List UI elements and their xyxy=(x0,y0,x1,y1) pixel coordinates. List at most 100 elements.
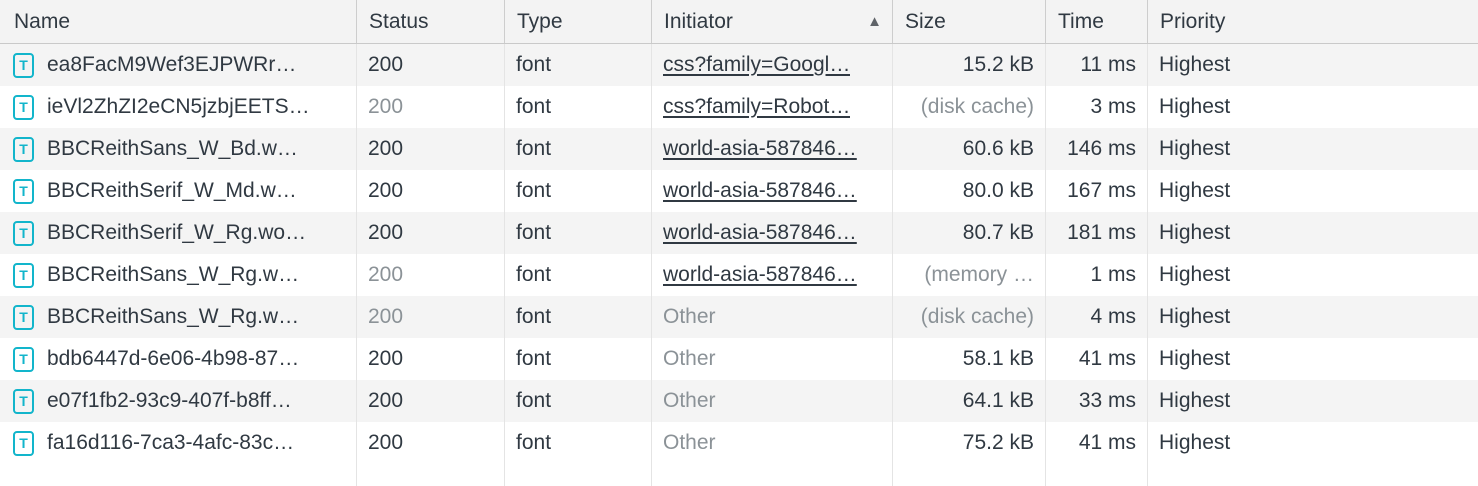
size-cell: 60.6 kB xyxy=(893,128,1046,170)
time-cell: 11 ms xyxy=(1046,44,1148,86)
time-cell: 1 ms xyxy=(1046,254,1148,296)
initiator-link[interactable]: css?family=Robot… xyxy=(663,95,850,119)
status-code: 200 xyxy=(368,137,403,161)
name-cell[interactable]: T fa16d116-7ca3-4afc-83c… xyxy=(0,422,357,464)
priority-value: Highest xyxy=(1159,389,1230,413)
size-cell: 80.0 kB xyxy=(893,170,1046,212)
request-type: font xyxy=(516,95,551,119)
size-cell: 15.2 kB xyxy=(893,44,1046,86)
type-cell: font xyxy=(505,170,652,212)
initiator-cell: world-asia-587846… xyxy=(652,170,893,212)
name-cell[interactable]: T ieVl2ZhZI2eCN5jzbjEETS… xyxy=(0,86,357,128)
column-header-time[interactable]: Time xyxy=(1046,0,1148,43)
column-header-name[interactable]: Name xyxy=(0,0,357,43)
initiator-text: Other xyxy=(663,389,716,413)
status-code: 200 xyxy=(368,389,403,413)
name-cell[interactable]: T BBCReithSerif_W_Md.w… xyxy=(0,170,357,212)
sort-ascending-icon: ▲ xyxy=(867,14,882,29)
time-cell: 41 ms xyxy=(1046,422,1148,464)
type-cell: font xyxy=(505,44,652,86)
size-value: 60.6 kB xyxy=(963,137,1034,161)
name-cell[interactable]: T e07f1fb2-93c9-407f-b8ff… xyxy=(0,380,357,422)
type-cell: font xyxy=(505,254,652,296)
type-cell: font xyxy=(505,296,652,338)
time-value: 167 ms xyxy=(1067,179,1136,203)
initiator-link[interactable]: world-asia-587846… xyxy=(663,221,857,245)
status-cell: 200 xyxy=(357,296,505,338)
name-cell[interactable]: T BBCReithSans_W_Rg.w… xyxy=(0,296,357,338)
priority-value: Highest xyxy=(1159,263,1230,287)
table-row[interactable]: T BBCReithSans_W_Rg.w… 200 font Other (d… xyxy=(0,296,1478,338)
table-row[interactable]: T ieVl2ZhZI2eCN5jzbjEETS… 200 font css?f… xyxy=(0,86,1478,128)
column-header-status-label: Status xyxy=(369,10,429,34)
font-file-icon: T xyxy=(13,53,34,78)
table-row[interactable]: T bdb6447d-6e06-4b98-87… 200 font Other … xyxy=(0,338,1478,380)
initiator-link[interactable]: world-asia-587846… xyxy=(663,179,857,203)
size-value: 58.1 kB xyxy=(963,347,1034,371)
name-cell[interactable]: T bdb6447d-6e06-4b98-87… xyxy=(0,338,357,380)
request-type: font xyxy=(516,347,551,371)
type-cell: font xyxy=(505,86,652,128)
size-value: 64.1 kB xyxy=(963,389,1034,413)
type-cell: font xyxy=(505,338,652,380)
status-cell: 200 xyxy=(357,212,505,254)
column-header-initiator[interactable]: Initiator ▲ xyxy=(652,0,893,43)
time-cell: 146 ms xyxy=(1046,128,1148,170)
column-header-time-label: Time xyxy=(1058,10,1104,34)
table-row[interactable]: T e07f1fb2-93c9-407f-b8ff… 200 font Othe… xyxy=(0,380,1478,422)
priority-value: Highest xyxy=(1159,305,1230,329)
initiator-cell: css?family=Googl… xyxy=(652,44,893,86)
table-row[interactable]: T BBCReithSerif_W_Md.w… 200 font world-a… xyxy=(0,170,1478,212)
column-header-size-label: Size xyxy=(905,10,946,34)
size-value: 75.2 kB xyxy=(963,431,1034,455)
status-code: 200 xyxy=(368,53,403,77)
initiator-cell: css?family=Robot… xyxy=(652,86,893,128)
time-value: 1 ms xyxy=(1090,263,1136,287)
column-header-initiator-label: Initiator xyxy=(664,10,733,34)
initiator-link[interactable]: world-asia-587846… xyxy=(663,263,857,287)
name-cell[interactable]: T BBCReithSans_W_Rg.w… xyxy=(0,254,357,296)
column-header-status[interactable]: Status xyxy=(357,0,505,43)
name-cell[interactable]: T BBCReithSerif_W_Rg.wo… xyxy=(0,212,357,254)
table-filler xyxy=(0,464,1478,486)
status-code: 200 xyxy=(368,347,403,371)
priority-cell: Highest xyxy=(1148,338,1478,380)
name-cell[interactable]: T ea8FacM9Wef3EJPWRr… xyxy=(0,44,357,86)
table-row[interactable]: T BBCReithSerif_W_Rg.wo… 200 font world-… xyxy=(0,212,1478,254)
request-type: font xyxy=(516,53,551,77)
size-cell: (disk cache) xyxy=(893,296,1046,338)
table-row[interactable]: T BBCReithSans_W_Bd.w… 200 font world-as… xyxy=(0,128,1478,170)
column-header-type-label: Type xyxy=(517,10,563,34)
font-file-icon: T xyxy=(13,95,34,120)
column-header-size[interactable]: Size xyxy=(893,0,1046,43)
time-value: 41 ms xyxy=(1079,431,1136,455)
initiator-link[interactable]: css?family=Googl… xyxy=(663,53,850,77)
request-name: BBCReithSans_W_Rg.w… xyxy=(47,305,299,329)
column-header-priority[interactable]: Priority xyxy=(1148,0,1478,43)
request-name: BBCReithSerif_W_Md.w… xyxy=(47,179,297,203)
table-row[interactable]: T fa16d116-7ca3-4afc-83c… 200 font Other… xyxy=(0,422,1478,464)
size-value: (disk cache) xyxy=(921,305,1034,329)
type-cell: font xyxy=(505,422,652,464)
table-row[interactable]: T ea8FacM9Wef3EJPWRr… 200 font css?famil… xyxy=(0,44,1478,86)
size-cell: 64.1 kB xyxy=(893,380,1046,422)
request-type: font xyxy=(516,389,551,413)
priority-value: Highest xyxy=(1159,347,1230,371)
column-header-type[interactable]: Type xyxy=(505,0,652,43)
font-file-icon: T xyxy=(13,431,34,456)
request-name: BBCReithSerif_W_Rg.wo… xyxy=(47,221,306,245)
status-cell: 200 xyxy=(357,338,505,380)
priority-value: Highest xyxy=(1159,95,1230,119)
size-value: (disk cache) xyxy=(921,95,1034,119)
initiator-text: Other xyxy=(663,431,716,455)
initiator-text: Other xyxy=(663,347,716,371)
request-name: bdb6447d-6e06-4b98-87… xyxy=(47,347,299,371)
table-header-row: Name Status Type Initiator ▲ Size Time P… xyxy=(0,0,1478,44)
size-cell: (disk cache) xyxy=(893,86,1046,128)
name-cell[interactable]: T BBCReithSans_W_Bd.w… xyxy=(0,128,357,170)
initiator-link[interactable]: world-asia-587846… xyxy=(663,137,857,161)
font-file-icon: T xyxy=(13,137,34,162)
status-cell: 200 xyxy=(357,380,505,422)
table-row[interactable]: T BBCReithSans_W_Rg.w… 200 font world-as… xyxy=(0,254,1478,296)
priority-value: Highest xyxy=(1159,137,1230,161)
